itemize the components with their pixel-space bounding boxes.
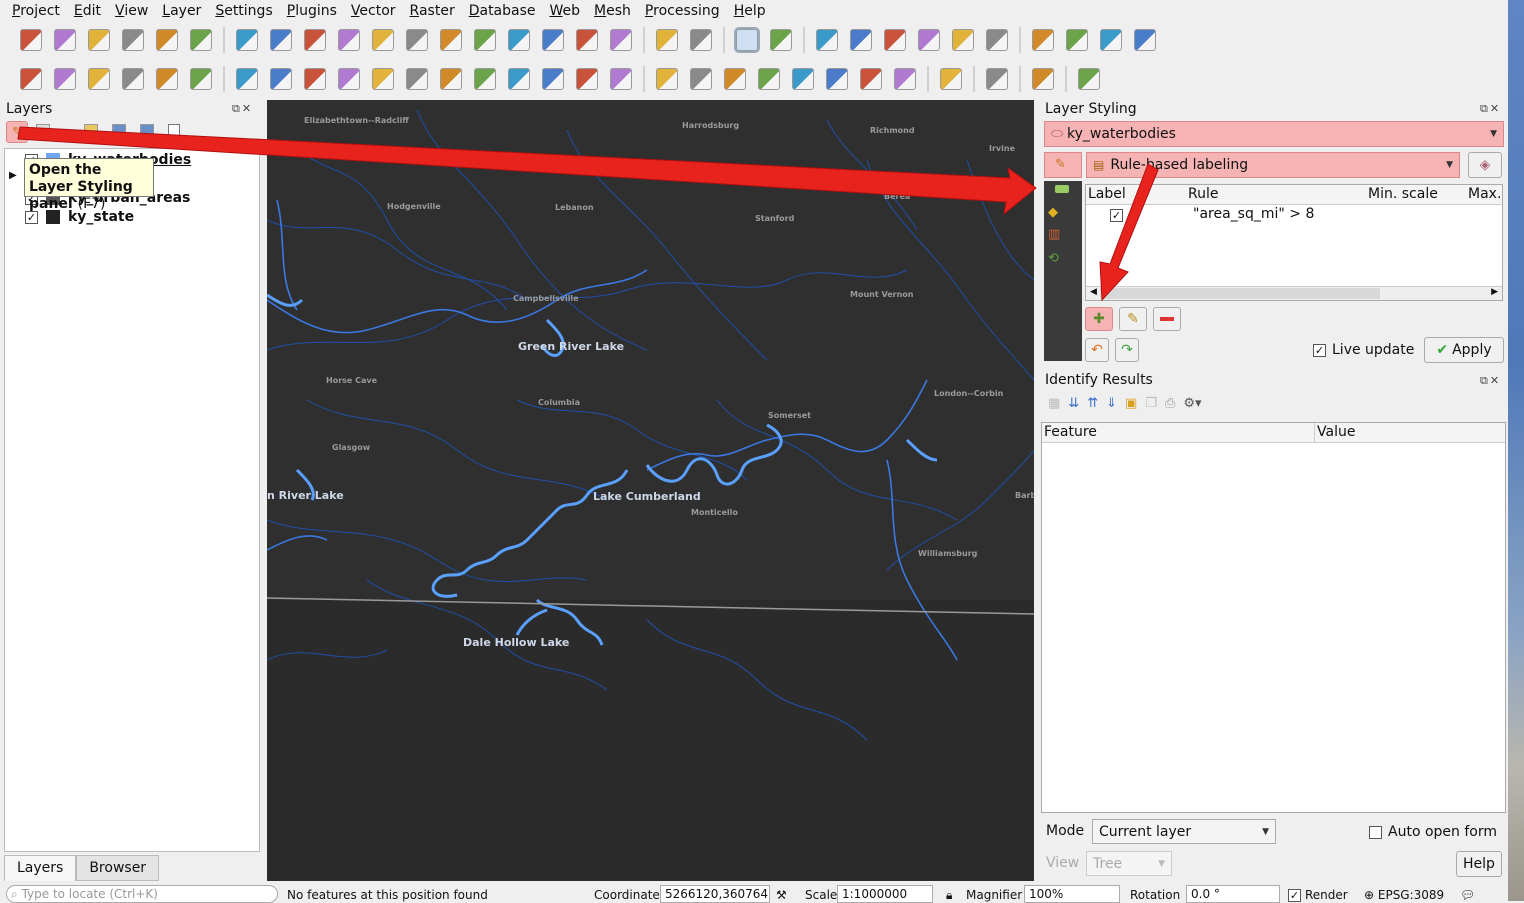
magnifier-field[interactable]: 100% (1024, 885, 1120, 903)
rotation-field[interactable]: 0.0 ° (1186, 885, 1280, 903)
coordinate-label: Coordinate (594, 888, 660, 902)
scale-field[interactable]: 1:1000000 (837, 885, 933, 903)
arrow-to-add-rule (1099, 163, 1159, 302)
scale-label: Scale (805, 888, 838, 902)
annotation-arrows (17, 126, 1159, 302)
coordinate-field[interactable]: 5266120,3607643 (660, 885, 770, 903)
arrow-to-styling-panel (17, 126, 1037, 216)
scale-value: 1:1000000 (842, 887, 908, 901)
globe-icon: ⊕ (1364, 888, 1378, 902)
locator-search-input[interactable]: ⌕ Type to locate (Ctrl+K) (6, 885, 278, 903)
search-icon: ⌕ (11, 887, 18, 901)
extents-toggle-icon[interactable]: ⚒ (776, 888, 787, 902)
locator-placeholder: Type to locate (Ctrl+K) (21, 887, 158, 901)
crs-button[interactable]: ⊕ EPSG:3089 (1364, 888, 1444, 902)
magnifier-label: Magnifier (966, 888, 1023, 902)
crs-label: EPSG:3089 (1377, 888, 1445, 902)
status-message: No features at this position found (287, 888, 488, 902)
desktop-background (1508, 0, 1524, 901)
render-checkbox[interactable]: ✓ Render (1288, 888, 1348, 902)
checkbox[interactable]: ✓ (1288, 888, 1301, 902)
render-label: Render (1305, 888, 1348, 902)
messages-icon[interactable]: 💬︎ (1460, 888, 1475, 902)
rotation-label: Rotation (1130, 888, 1181, 902)
status-bar: ⌕ Type to locate (Ctrl+K) No features at… (0, 881, 1508, 903)
